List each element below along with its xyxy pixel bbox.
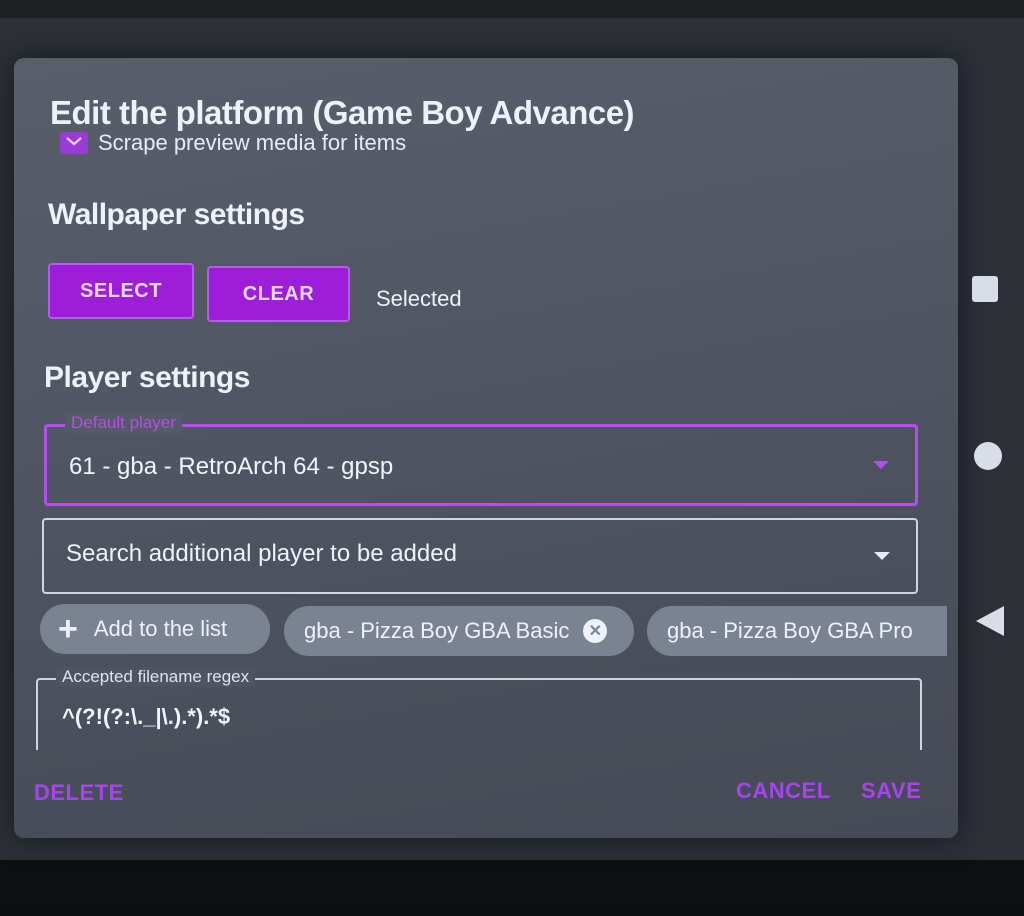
close-circle-icon[interactable]: ✕	[583, 619, 608, 643]
edit-platform-dialog: Edit the platform (Game Boy Advance) Scr…	[14, 58, 958, 838]
add-to-list-button[interactable]: + Add to the list	[40, 604, 270, 654]
navigation-bar	[958, 58, 1024, 838]
player-chip[interactable]: gba - Pizza Boy GBA Pro	[647, 606, 947, 656]
filename-regex-value[interactable]: ^(?!(?:\._|\.).*).*$	[62, 704, 230, 730]
wallpaper-select-button[interactable]: SELECT	[48, 263, 194, 319]
cancel-button[interactable]: CANCEL	[736, 778, 831, 804]
player-chip[interactable]: gba - Pizza Boy GBA Basic ✕	[284, 606, 634, 656]
additional-player-placeholder: Search additional player to be added	[66, 540, 457, 567]
wallpaper-section-title: Wallpaper settings	[48, 198, 305, 231]
default-player-label: Default player	[65, 413, 182, 433]
default-player-select[interactable]: Default player 61 - gba - RetroArch 64 -…	[44, 413, 918, 506]
circle-icon[interactable]	[974, 442, 1002, 470]
filename-regex-field[interactable]: Accepted filename regex ^(?!(?:\._|\.).*…	[36, 667, 922, 750]
screen: Edit the platform (Game Boy Advance) Scr…	[0, 18, 1024, 860]
player-chip-label: gba - Pizza Boy GBA Basic	[304, 618, 570, 643]
delete-button[interactable]: DELETE	[34, 780, 124, 806]
additional-player-search[interactable]: Search additional player to be added	[42, 518, 918, 594]
wallpaper-clear-button[interactable]: CLEAR	[207, 266, 350, 322]
scrape-checkbox-label: Scrape preview media for items	[98, 130, 407, 155]
dialog-title: Edit the platform (Game Boy Advance)	[50, 94, 635, 131]
wallpaper-status: Selected	[376, 286, 462, 311]
save-button[interactable]: SAVE	[861, 778, 921, 804]
add-to-list-label: Add to the list	[93, 616, 228, 641]
triangle-back-icon[interactable]	[976, 606, 1004, 636]
default-player-value: 61 - gba - RetroArch 64 - gpsp	[69, 453, 394, 480]
player-section-title: Player settings	[44, 361, 250, 394]
scrape-checkbox-row[interactable]: Scrape preview media for items	[60, 130, 406, 156]
player-chip-label: gba - Pizza Boy GBA Pro	[667, 618, 913, 643]
plus-icon: +	[58, 610, 78, 648]
caret-down-icon[interactable]	[874, 552, 890, 560]
filename-regex-label: Accepted filename regex	[56, 667, 256, 687]
device-frame: Edit the platform (Game Boy Advance) Scr…	[0, 0, 1024, 916]
square-icon[interactable]	[972, 276, 998, 302]
caret-down-icon[interactable]	[873, 461, 889, 469]
check-square-icon[interactable]	[60, 132, 88, 154]
